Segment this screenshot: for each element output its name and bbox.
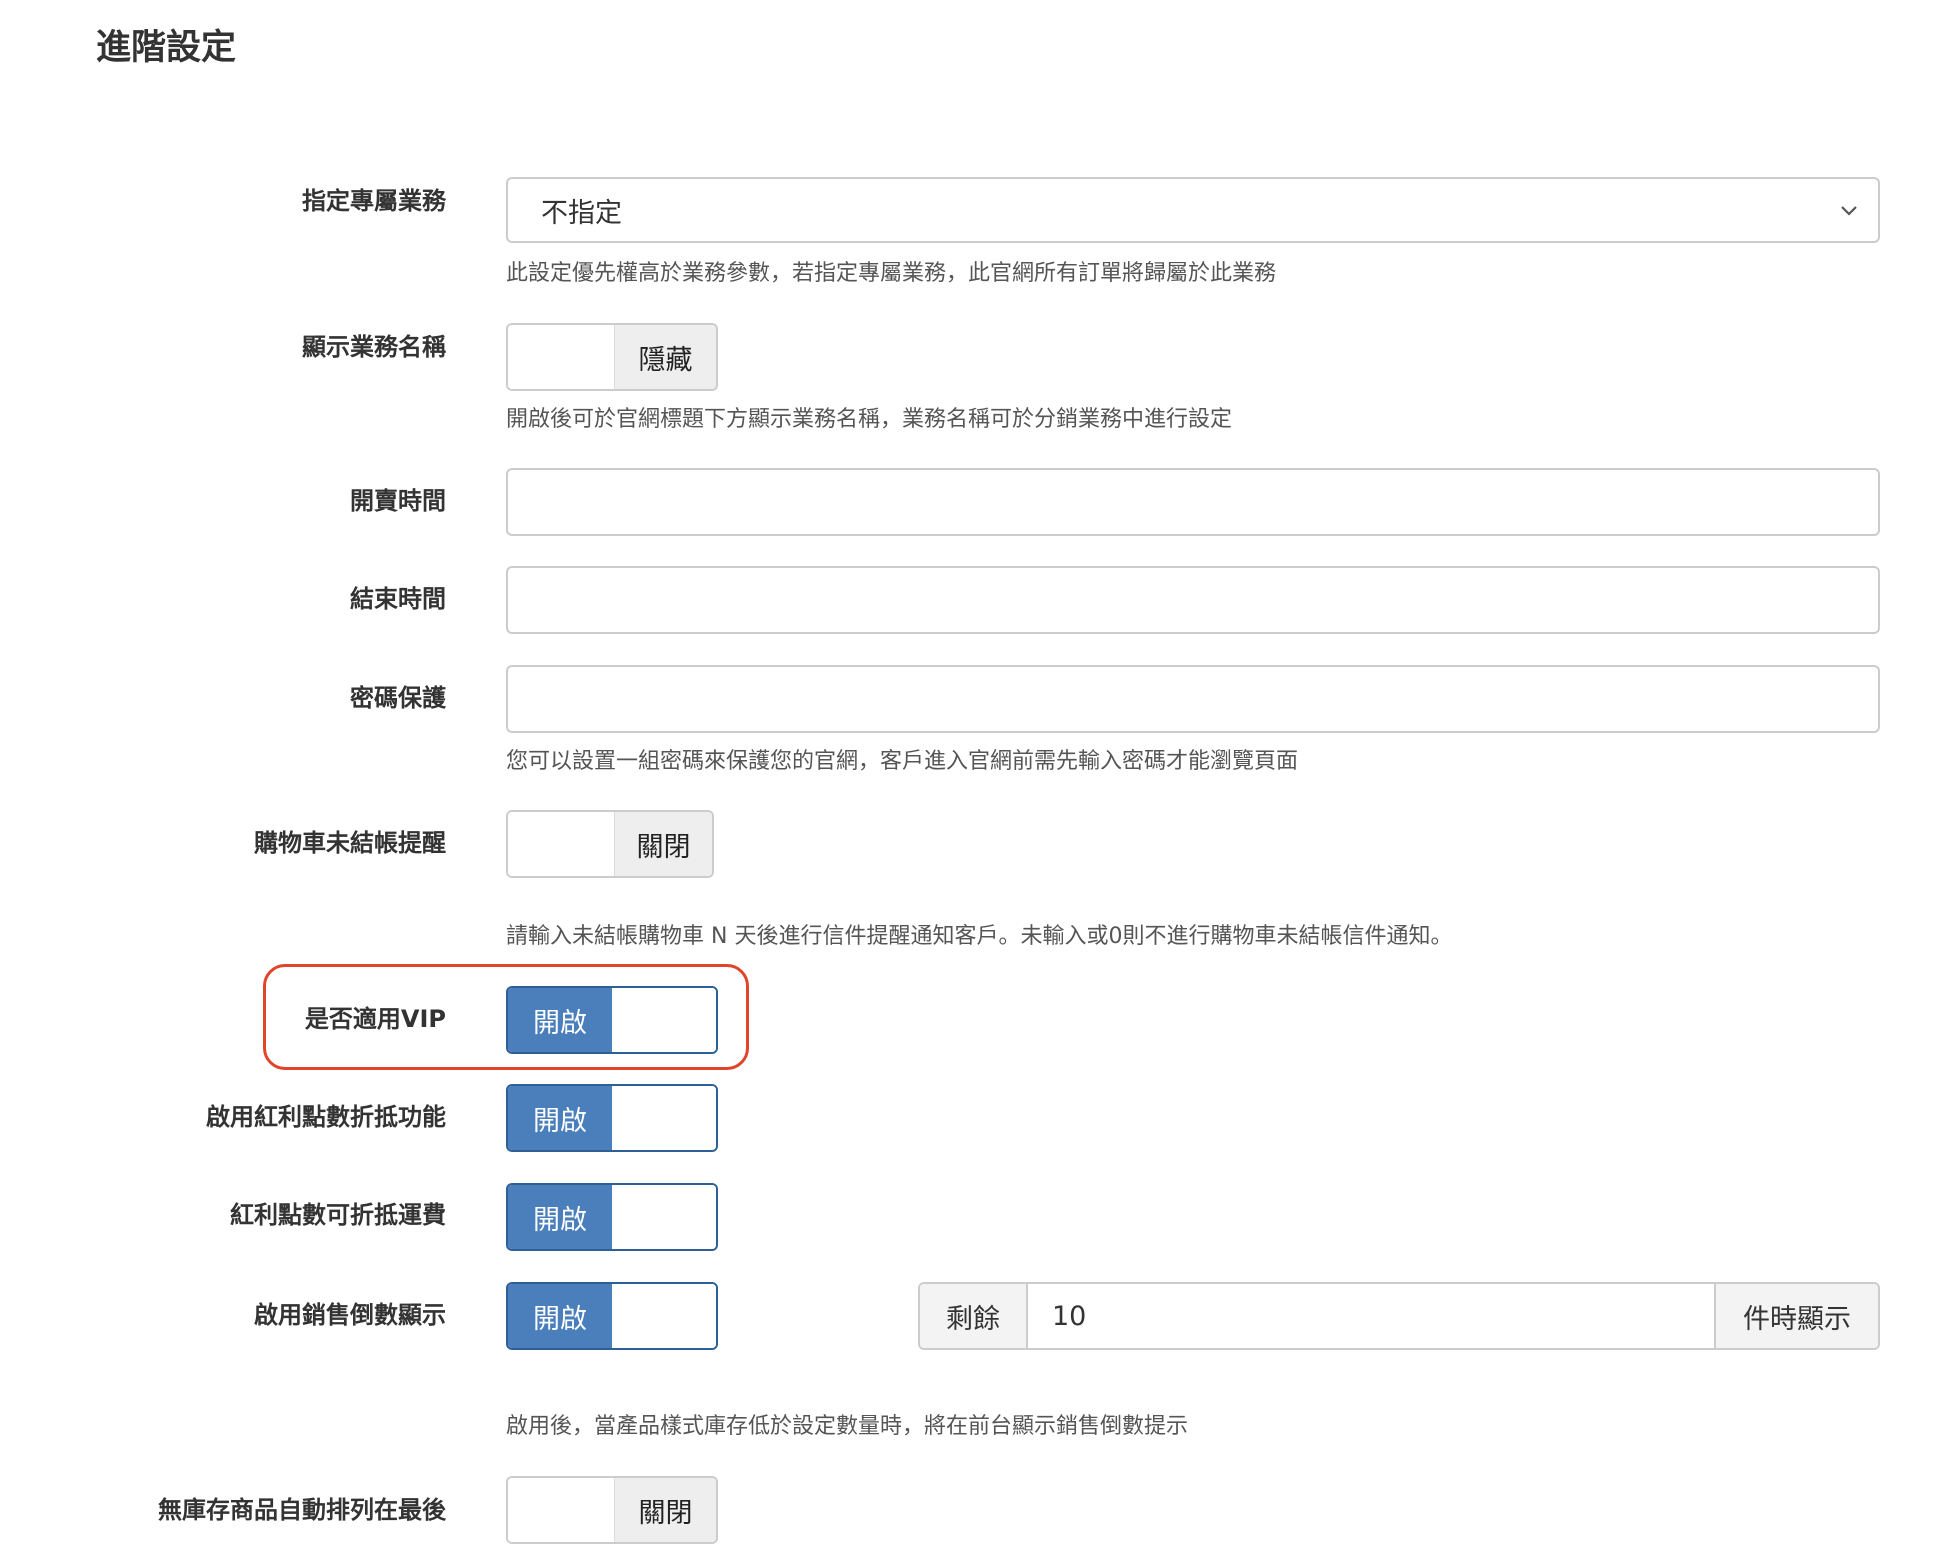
vip-toggle[interactable]: 開啟 [506, 986, 718, 1054]
toggle-state-label: 開啟 [508, 1284, 612, 1348]
sales-countdown-toggle[interactable]: 開啟 [506, 1282, 718, 1350]
sale-end-input[interactable] [506, 566, 1880, 634]
bonus-points-label: 啟用紅利點數折抵功能 [206, 1103, 446, 1131]
sale-start-label: 開賣時間 [350, 487, 446, 515]
chevron-down-icon [1841, 206, 1857, 216]
show-sales-name-toggle[interactable]: 隱藏 [506, 323, 718, 391]
show-sales-name-help: 開啟後可於官網標題下方顯示業務名稱，業務名稱可於分銷業務中進行設定 [506, 407, 1233, 432]
sales-rep-help: 此設定優先權高於業務參數，若指定專屬業務，此官網所有訂單將歸屬於此業務 [506, 261, 1277, 286]
toggle-state-label: 開啟 [508, 1185, 612, 1249]
toggle-state-label: 關閉 [614, 1478, 716, 1542]
sales-rep-label: 指定專屬業務 [302, 187, 446, 215]
sales-countdown-help: 啟用後，當產品樣式庫存低於設定數量時，將在前台顯示銷售倒數提示 [506, 1414, 1189, 1439]
countdown-suffix: 件時顯示 [1714, 1284, 1878, 1348]
password-help: 您可以設置一組密碼來保護您的官網，客戶進入官網前需先輸入密碼才能瀏覽頁面 [506, 749, 1299, 774]
sales-countdown-label: 啟用銷售倒數顯示 [254, 1301, 446, 1329]
sale-start-input[interactable] [506, 468, 1880, 536]
toggle-state-label: 關閉 [614, 812, 712, 876]
countdown-threshold-group: 剩餘 件時顯示 [918, 1282, 1880, 1350]
bonus-shipping-label: 紅利點數可折抵運費 [230, 1201, 446, 1229]
sale-end-label: 結束時間 [350, 585, 446, 613]
bonus-shipping-toggle[interactable]: 開啟 [506, 1183, 718, 1251]
cart-reminder-label: 購物車未結帳提醒 [254, 829, 446, 857]
sales-rep-select[interactable]: 不指定 [506, 177, 1880, 243]
countdown-prefix: 剩餘 [920, 1284, 1028, 1348]
out-of-stock-last-toggle[interactable]: 關閉 [506, 1476, 718, 1544]
cart-reminder-toggle[interactable]: 關閉 [506, 810, 714, 878]
show-sales-name-label: 顯示業務名稱 [302, 333, 446, 361]
countdown-threshold-input[interactable] [1028, 1284, 1714, 1348]
vip-label: 是否適用VIP [304, 1005, 446, 1033]
bonus-points-toggle[interactable]: 開啟 [506, 1084, 718, 1152]
toggle-state-label: 隱藏 [614, 325, 716, 389]
cart-reminder-help: 請輸入未結帳購物車 N 天後進行信件提醒通知客戶。未輸入或0則不進行購物車未結帳… [506, 924, 1453, 949]
password-label: 密碼保護 [350, 684, 446, 712]
toggle-state-label: 開啟 [508, 988, 612, 1052]
page-title: 進階設定 [96, 28, 237, 68]
out-of-stock-last-label: 無庫存商品自動排列在最後 [158, 1496, 446, 1524]
toggle-state-label: 開啟 [508, 1086, 612, 1150]
sales-rep-selected-value: 不指定 [541, 197, 622, 229]
password-input[interactable] [506, 665, 1880, 733]
